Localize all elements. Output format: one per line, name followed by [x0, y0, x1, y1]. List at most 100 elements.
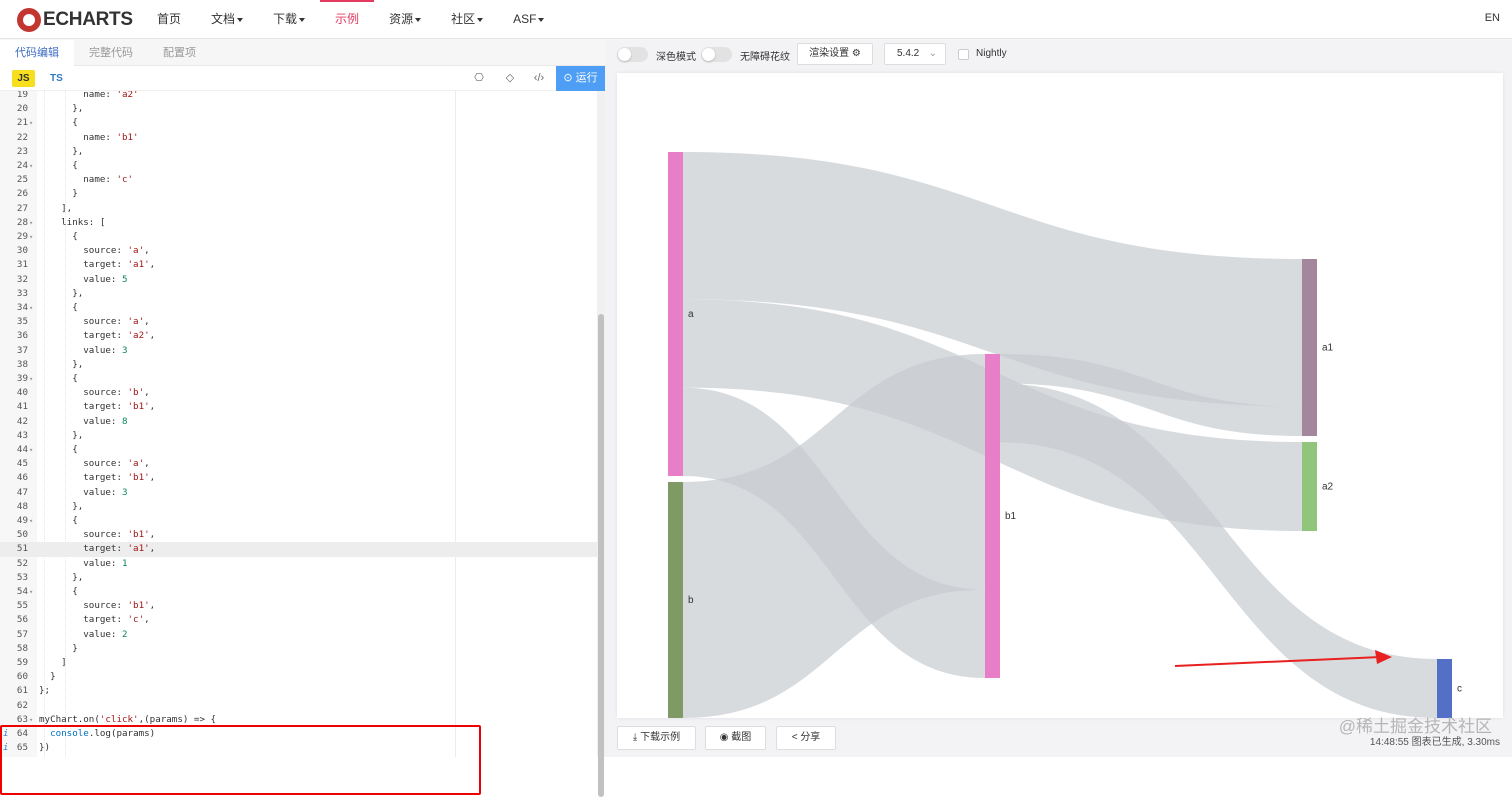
download-example-button[interactable]: ⤓ 下载示例 [617, 726, 696, 750]
code-line[interactable]: 26 } [0, 187, 597, 201]
nav-item-3[interactable]: 示例 [320, 0, 375, 39]
nav-item-6[interactable]: ASF [498, 0, 559, 39]
sankey-chart[interactable]: a b a1 a2 b1 c [617, 73, 1503, 718]
code-line[interactable]: 57 value: 2 [0, 628, 597, 642]
chart-container[interactable]: a b a1 a2 b1 c [617, 73, 1503, 718]
fold-arrow-icon[interactable]: ▾ [29, 230, 33, 244]
run-label: 运行 [575, 72, 598, 84]
code-line[interactable]: 42 value: 8 [0, 415, 597, 429]
nav-item-5[interactable]: 社区 [436, 0, 498, 39]
sankey-node-a2[interactable] [1302, 442, 1317, 531]
code-line[interactable]: 19 name: 'a2' [0, 91, 597, 102]
line-number: 53 [16, 571, 28, 583]
code-line[interactable]: 25 name: 'c' [0, 173, 597, 187]
fold-arrow-icon[interactable]: ▾ [29, 372, 33, 386]
code-line[interactable]: 53 }, [0, 571, 597, 585]
line-number: 25 [16, 174, 28, 186]
sankey-node-c[interactable] [1437, 659, 1452, 718]
fold-arrow-icon[interactable]: ▾ [29, 116, 33, 130]
code-line[interactable]: 50 source: 'b1', [0, 528, 597, 542]
code-area[interactable]: 19 name: 'a2' 20 }, 21 ▾ {22 name: 'b1' 23 }… [0, 91, 597, 757]
code-line[interactable]: 28 ▾ links: [ [0, 216, 597, 230]
code-text: }, [39, 571, 84, 583]
fold-arrow-icon[interactable]: ▾ [29, 301, 33, 315]
editor-tab-0[interactable]: 代码编辑 [0, 40, 74, 66]
code-line[interactable]: 40 source: 'b', [0, 386, 597, 400]
code-line[interactable]: 52 value: 1 [0, 557, 597, 571]
lang-ts-toggle[interactable]: TS [50, 70, 63, 87]
code-line[interactable]: 61}; [0, 684, 597, 698]
code-line[interactable]: 47 value: 3 [0, 486, 597, 500]
editor-tab-2[interactable]: 配置项 [148, 40, 211, 66]
fold-arrow-icon[interactable]: ▾ [29, 585, 33, 599]
codesandbox-icon[interactable]: ◇ [503, 71, 517, 85]
code-line[interactable]: 54 ▾ { [0, 585, 597, 599]
echarts-logo[interactable]: ECHARTS [17, 7, 133, 33]
sankey-node-a1[interactable] [1302, 259, 1317, 436]
nav-item-0[interactable]: 首页 [142, 0, 196, 39]
code-line[interactable]: 51 target: 'a1', [0, 542, 597, 557]
code-line[interactable]: 20 }, [0, 102, 597, 116]
code-line[interactable]: 37 value: 3 [0, 344, 597, 358]
dark-mode-toggle[interactable] [617, 47, 648, 62]
code-line[interactable]: 29 ▾ { [0, 230, 597, 244]
run-button[interactable]: ⊙ 运行 [556, 66, 605, 91]
code-line[interactable]: 21 ▾ { [0, 116, 597, 130]
code-line[interactable]: 22 name: 'b1' [0, 131, 597, 145]
code-line[interactable]: 48 }, [0, 500, 597, 514]
fold-arrow-icon[interactable]: ▾ [29, 159, 33, 173]
version-select[interactable]: 5.4.2 ⌄ [884, 43, 946, 65]
format-code-icon[interactable]: ‹/› [532, 71, 546, 85]
code-line[interactable]: 35 source: 'a', [0, 315, 597, 329]
nav-item-1[interactable]: 文档 [196, 0, 258, 39]
code-text: name: 'c' [39, 174, 134, 186]
share-button[interactable]: < 分享 [776, 726, 836, 750]
code-line[interactable]: 36 target: 'a2', [0, 329, 597, 343]
code-line[interactable]: 34 ▾ { [0, 301, 597, 315]
code-text: source: 'b1', [39, 600, 156, 612]
code-text: target: 'a1', [39, 543, 156, 555]
code-line[interactable]: 23 }, [0, 145, 597, 159]
code-line[interactable]: 44 ▾ { [0, 443, 597, 457]
code-line[interactable]: 55 source: 'b1', [0, 599, 597, 613]
code-line[interactable]: 30 source: 'a', [0, 244, 597, 258]
editor-scrollbar-thumb[interactable] [598, 314, 604, 797]
render-settings-button[interactable]: 渲染设置 ⚙ [797, 43, 873, 65]
code-line[interactable]: 32 value: 5 [0, 273, 597, 287]
screenshot-button[interactable]: ◉ 截图 [705, 726, 766, 750]
code-line[interactable]: 27 ], [0, 202, 597, 216]
code-line[interactable]: 33 }, [0, 287, 597, 301]
nightly-checkbox[interactable] [958, 49, 969, 60]
code-line[interactable]: 31 target: 'a1', [0, 258, 597, 272]
sankey-node-b[interactable] [668, 482, 683, 718]
sankey-link-b1-c[interactable] [1000, 383, 1437, 718]
lang-js-toggle[interactable]: JS [12, 70, 35, 87]
sankey-node-b1[interactable] [985, 354, 1000, 678]
language-switch[interactable]: EN [1485, 12, 1500, 24]
fold-arrow-icon[interactable]: ▾ [29, 514, 33, 528]
code-line[interactable]: 45 source: 'a', [0, 457, 597, 471]
fold-arrow-icon[interactable]: ▾ [29, 443, 33, 457]
codepen-icon[interactable]: ⎔ [472, 71, 486, 85]
code-line[interactable]: 46 target: 'b1', [0, 471, 597, 485]
editor-tab-1[interactable]: 完整代码 [74, 40, 148, 66]
code-line[interactable]: 38 }, [0, 358, 597, 372]
fold-arrow-icon[interactable]: ▾ [29, 216, 33, 230]
code-line[interactable]: 60 } [0, 670, 597, 684]
sankey-node-a[interactable] [668, 152, 683, 476]
code-text: target: 'c', [39, 614, 150, 626]
code-line[interactable]: 49 ▾ { [0, 514, 597, 528]
code-line[interactable]: 58 } [0, 642, 597, 656]
code-text: }, [39, 358, 84, 370]
nav-item-4[interactable]: 资源 [374, 0, 436, 39]
decal-toggle[interactable] [701, 47, 732, 62]
code-line[interactable]: 56 target: 'c', [0, 613, 597, 627]
code-line[interactable]: 39 ▾ { [0, 372, 597, 386]
code-line[interactable]: 24 ▾ { [0, 159, 597, 173]
line-number: 28 [16, 216, 28, 228]
code-line[interactable]: 59 ] [0, 656, 597, 670]
code-line[interactable]: 43 }, [0, 429, 597, 443]
nav-item-2[interactable]: 下载 [258, 0, 320, 39]
code-line[interactable]: 62 [0, 699, 597, 713]
code-line[interactable]: 41 target: 'b1', [0, 400, 597, 414]
